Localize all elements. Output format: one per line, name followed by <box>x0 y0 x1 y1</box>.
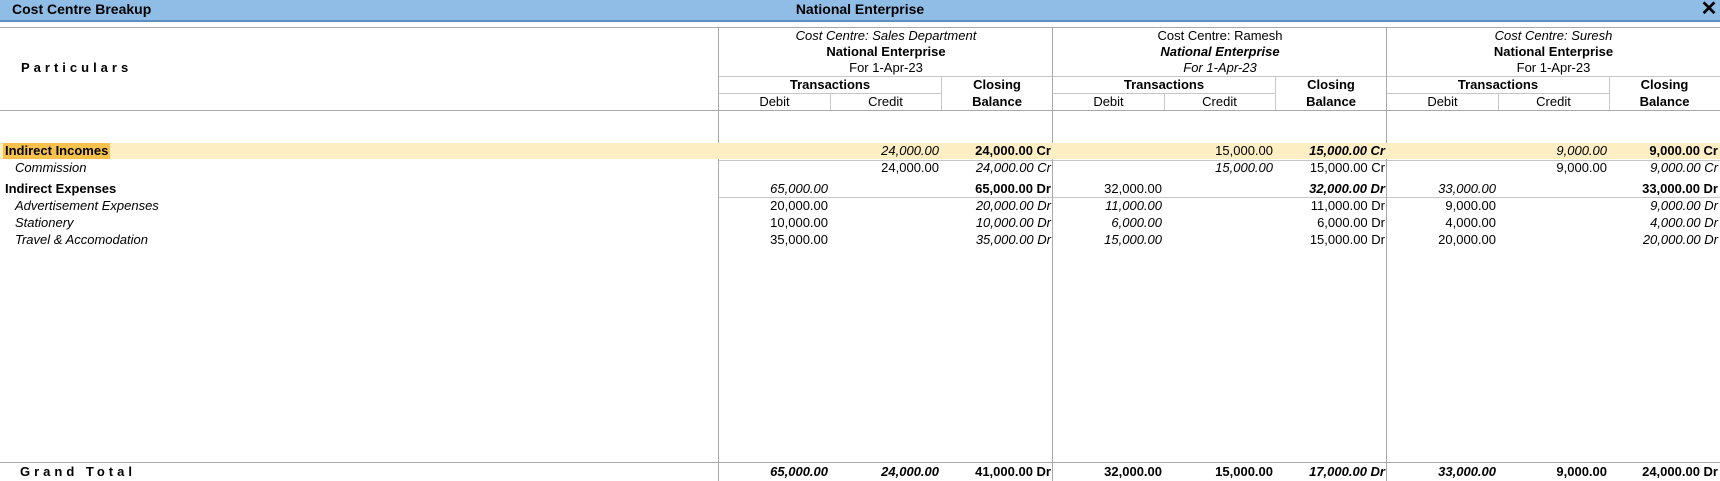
header-top-divider <box>0 27 1720 28</box>
subcolumn-divider-3b <box>1609 76 1610 110</box>
cell-r3-c3-debit[interactable]: 9,000.00 <box>1445 198 1496 214</box>
cost-centre-1-title: Cost Centre: Sales Department <box>795 28 977 43</box>
cell-r1-c1-closing[interactable]: 24,000.00 Cr <box>976 160 1051 176</box>
cell-r5-c1-debit[interactable]: 35,000.00 <box>770 232 828 248</box>
column-divider-2 <box>1052 27 1053 481</box>
row-label-commission[interactable]: Commission <box>15 160 87 176</box>
row-label-indirect-incomes[interactable]: Indirect Incomes <box>3 143 111 159</box>
grand-total-divider <box>0 462 1720 463</box>
cost-centre-2-title: Cost Centre: Ramesh <box>1157 28 1283 43</box>
cost-centre-3-transactions-header: Transactions <box>1457 77 1539 92</box>
grand-total-c2-debit: 32,000.00 <box>1104 464 1162 479</box>
header-mid-divider <box>719 76 1720 77</box>
cost-centre-2-balance-header: Balance <box>1306 94 1356 109</box>
grand-total-c1-credit: 24,000.00 <box>881 464 939 479</box>
cost-centre-3-period: For 1-Apr-23 <box>1516 60 1591 75</box>
grand-total-c3-closing: 24,000.00 Dr <box>1642 464 1718 479</box>
cost-centre-3-company: National Enterprise <box>1493 44 1614 59</box>
cost-centre-1-company: National Enterprise <box>826 44 946 59</box>
grand-total-c3-debit: 33,000.00 <box>1438 464 1496 479</box>
cost-centre-2-transactions-header: Transactions <box>1123 77 1205 92</box>
cost-centre-3-debit-header: Debit <box>1427 94 1458 109</box>
cost-centre-2-period: For 1-Apr-23 <box>1183 60 1257 75</box>
row-label-travel-accomodation[interactable]: Travel & Accomodation <box>15 232 148 248</box>
cell-r4-c3-closing[interactable]: 4,000.00 Dr <box>1650 215 1718 231</box>
cell-r2-c1-debit[interactable]: 65,000.00 <box>770 181 828 197</box>
title-bar: Cost Centre Breakup National Enterprise … <box>0 0 1720 22</box>
cost-centre-2-credit-header: Credit <box>1202 94 1237 109</box>
cost-centre-3-balance-header: Balance <box>1639 94 1690 109</box>
cost-centre-1-period: For 1-Apr-23 <box>849 60 923 75</box>
cost-centre-1-credit-header: Credit <box>868 94 903 109</box>
row-label-indirect-expenses[interactable]: Indirect Expenses <box>5 181 116 197</box>
cell-r0-c1-credit[interactable]: 24,000.00 <box>881 143 939 159</box>
cell-r3-c2-debit[interactable]: 11,000.00 <box>1105 198 1162 214</box>
cell-r4-c2-debit[interactable]: 6,000.00 <box>1111 215 1162 231</box>
cell-r5-c2-debit[interactable]: 15,000.00 <box>1104 232 1162 248</box>
column-divider-3 <box>1386 27 1387 481</box>
cell-r1-c3-closing[interactable]: 9,000.00 Cr <box>1650 160 1718 176</box>
close-icon[interactable]: ✕ <box>1700 0 1718 20</box>
particulars-header: Particulars <box>21 60 133 75</box>
cell-r2-c3-debit[interactable]: 33,000.00 <box>1438 181 1496 197</box>
cell-r5-c2-closing[interactable]: 15,000.00 Dr <box>1310 232 1385 248</box>
subcolumn-divider-2b <box>1275 76 1276 110</box>
cell-r2-c1-closing[interactable]: 65,000.00 Dr <box>975 181 1051 197</box>
cell-r3-c3-closing[interactable]: 9,000.00 Dr <box>1650 198 1718 214</box>
cell-r5-c1-closing[interactable]: 35,000.00 Dr <box>976 232 1051 248</box>
group-underline-2 <box>719 197 1720 198</box>
cell-r1-c2-closing[interactable]: 15,000.00 Cr <box>1310 160 1385 176</box>
window-title: Cost Centre Breakup <box>12 1 152 17</box>
grand-total-c1-closing: 41,000.00 Dr <box>975 464 1051 479</box>
cell-r0-c2-credit[interactable]: 15,000.00 <box>1215 143 1273 159</box>
cell-r0-c2-closing[interactable]: 15,000.00 Cr <box>1309 143 1385 159</box>
cell-r2-c2-debit[interactable]: 32,000.00 <box>1104 181 1162 197</box>
row-label-stationery[interactable]: Stationery <box>15 215 74 231</box>
selected-row-highlight <box>0 143 1720 159</box>
cell-r3-c1-closing[interactable]: 20,000.00 Dr <box>976 198 1051 214</box>
row-label-advertisement-expenses[interactable]: Advertisement Expenses <box>15 198 159 214</box>
cell-r5-c3-closing[interactable]: 20,000.00 Dr <box>1643 232 1718 248</box>
cost-centre-1-transactions-header: Transactions <box>789 77 871 92</box>
cell-r4-c3-debit[interactable]: 4,000.00 <box>1445 215 1496 231</box>
cell-r2-c2-closing[interactable]: 32,000.00 Dr <box>1309 181 1385 197</box>
cost-centre-1-closing-header: Closing <box>973 77 1021 92</box>
cell-r0-c1-closing[interactable]: 24,000.00 Cr <box>975 143 1051 159</box>
cell-r0-c3-closing[interactable]: 9,000.00 Cr <box>1649 143 1718 159</box>
grand-total-label: Grand Total <box>20 464 136 479</box>
company-title: National Enterprise <box>795 1 925 17</box>
cost-centre-1-debit-header: Debit <box>759 94 790 109</box>
cell-r1-c3-credit[interactable]: 9,000.00 <box>1556 160 1607 176</box>
grand-total-c1-debit: 65,000.00 <box>770 464 828 479</box>
cost-centre-3-credit-header: Credit <box>1536 94 1571 109</box>
cell-r3-c2-closing[interactable]: 11,000.00 Dr <box>1311 198 1385 214</box>
cost-centre-2-company: National Enterprise <box>1160 44 1280 59</box>
cost-centre-3-title: Cost Centre: Suresh <box>1494 28 1613 43</box>
subcolumn-divider-3a <box>1498 93 1499 110</box>
cost-centre-3-closing-header: Closing <box>1640 77 1689 92</box>
header-bottom-divider <box>0 110 1720 111</box>
grand-total-c3-credit: 9,000.00 <box>1556 464 1607 479</box>
grand-total-c2-credit: 15,000.00 <box>1215 464 1273 479</box>
cell-r1-c2-credit[interactable]: 15,000.00 <box>1215 160 1273 176</box>
cell-r0-c3-credit[interactable]: 9,000.00 <box>1556 143 1607 159</box>
cell-r2-c3-closing[interactable]: 33,000.00 Dr <box>1642 181 1718 197</box>
grand-total-c2-closing: 17,000.00 Dr <box>1309 464 1385 479</box>
subcolumn-divider-2a <box>1164 93 1165 110</box>
cell-r4-c2-closing[interactable]: 6,000.00 Dr <box>1317 215 1385 231</box>
cell-r5-c3-debit[interactable]: 20,000.00 <box>1438 232 1496 248</box>
subcolumn-divider-1a <box>830 93 831 110</box>
cell-r4-c1-debit[interactable]: 10,000.00 <box>770 215 828 231</box>
cell-r4-c1-closing[interactable]: 10,000.00 Dr <box>976 215 1051 231</box>
cost-centre-2-closing-header: Closing <box>1307 77 1355 92</box>
cell-r1-c1-credit[interactable]: 24,000.00 <box>881 160 939 176</box>
cell-r3-c1-debit[interactable]: 20,000.00 <box>770 198 828 214</box>
column-divider-1 <box>718 27 719 481</box>
subcolumn-divider-1b <box>941 76 942 110</box>
cost-centre-1-balance-header: Balance <box>972 94 1022 109</box>
cost-centre-2-debit-header: Debit <box>1093 94 1124 109</box>
